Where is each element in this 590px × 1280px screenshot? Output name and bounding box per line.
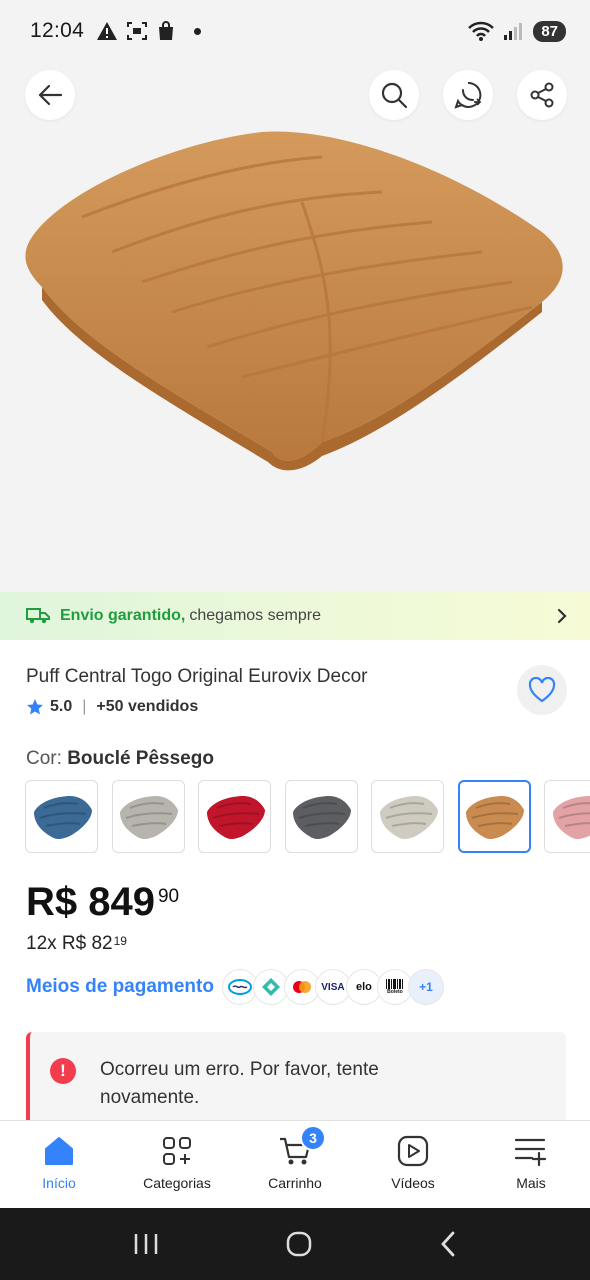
shipping-rest-text: chegamos sempre [189, 607, 321, 624]
shopping-bag-icon [159, 21, 174, 40]
signal-icon [504, 23, 523, 40]
nav-inicio[interactable]: Início [0, 1121, 118, 1208]
heart-icon [528, 677, 556, 703]
wifi-icon [468, 21, 495, 41]
nav-videos[interactable]: Vídeos [354, 1121, 472, 1208]
favorite-button[interactable] [517, 665, 567, 715]
installments: 12x R$ 82 19 [26, 933, 127, 955]
pillow-thumbnail [206, 795, 265, 839]
installments-cents: 19 [113, 934, 127, 948]
system-icons: 87 [467, 20, 566, 42]
pillow-thumbnail [552, 795, 590, 839]
whatsapp-share-button[interactable] [443, 70, 493, 120]
nav-label: Início [42, 1175, 76, 1191]
status-time: 12:04 [30, 19, 85, 42]
payment-icons[interactable]: VISA elo Boleto +1 [221, 969, 444, 1005]
whatsapp-icon [454, 81, 482, 109]
notification-icons [96, 21, 202, 41]
payment-methods-link[interactable]: Meios de pagamento [26, 976, 214, 998]
color-label: Cor: Bouclé Pêssego [26, 748, 214, 770]
rating-separator: | [82, 698, 87, 715]
shipping-guarantee-banner[interactable]: Envio garantido, chegamos sempre [0, 592, 590, 640]
bottom-navigation: Início Categorias 3 Carrinho Vídeos Mais [0, 1120, 590, 1208]
color-prefix: Cor: [26, 748, 62, 769]
video-icon [397, 1135, 429, 1167]
nav-label: Mais [516, 1175, 546, 1191]
color-swatch[interactable] [371, 780, 444, 853]
search-icon [381, 82, 408, 109]
menu-more-icon [514, 1138, 547, 1167]
recent-apps-icon[interactable] [132, 1232, 160, 1256]
rating-score: 5.0 [50, 698, 73, 715]
warning-icon [97, 22, 118, 40]
pillow-thumbnail [120, 795, 178, 839]
pillow-thumbnail [379, 795, 438, 839]
search-button[interactable] [369, 70, 419, 120]
battery-indicator: 87 [533, 20, 566, 42]
boleto-label: Boleto [387, 989, 403, 995]
product-image[interactable] [22, 122, 582, 482]
more-payments-badge[interactable]: +1 [407, 969, 444, 1005]
rating-row[interactable]: 5.0 | +50 vendidos [26, 698, 198, 716]
categories-icon [163, 1137, 191, 1165]
nav-categorias[interactable]: Categorias [118, 1121, 236, 1208]
nav-mais[interactable]: Mais [472, 1121, 590, 1208]
status-bar: 12:04 87 [0, 0, 590, 62]
cart-badge: 3 [300, 1125, 326, 1151]
star-icon [27, 699, 43, 715]
back-button[interactable] [25, 70, 75, 120]
dot-icon [194, 27, 202, 35]
error-message: Ocorreu um erro. Por favor, tente novame… [100, 1059, 379, 1108]
product-gallery[interactable] [0, 62, 590, 592]
sold-count: +50 vendidos [96, 698, 199, 715]
pillow-thumbnail [293, 795, 351, 839]
app-screen: 12:04 87 Envio garantido, chegamos sempr… [0, 0, 590, 1280]
color-swatch[interactable] [25, 780, 98, 853]
color-value: Bouclé Pêssego [67, 748, 214, 769]
arrow-left-icon [38, 84, 63, 106]
shipping-strong-text: Envio garantido, [60, 607, 186, 624]
color-swatch[interactable] [111, 780, 185, 853]
truck-icon [26, 608, 50, 624]
chevron-right-icon [557, 608, 567, 624]
error-icon: ! [50, 1058, 76, 1084]
color-swatch[interactable] [284, 780, 358, 853]
color-swatch[interactable] [457, 780, 531, 853]
pillow-thumbnail [33, 795, 92, 839]
back-nav-icon[interactable] [438, 1230, 458, 1258]
nav-label: Carrinho [268, 1175, 322, 1191]
color-swatch[interactable] [198, 780, 271, 853]
nav-label: Categorias [143, 1175, 211, 1191]
product-title: Puff Central Togo Original Eurovix Decor [26, 666, 368, 687]
screenshot-icon [127, 22, 148, 40]
color-swatches [25, 780, 590, 854]
payment-methods[interactable]: Meios de pagamento VISA elo Boleto +1 [26, 969, 444, 1005]
share-button[interactable] [517, 70, 567, 120]
pillow-thumbnail [466, 795, 524, 839]
price-cents: 90 [157, 886, 180, 907]
share-icon [530, 82, 554, 108]
system-navigation-bar [0, 1208, 590, 1280]
home-button-icon[interactable] [285, 1230, 313, 1258]
installments-text: 12x R$ 82 [26, 933, 113, 954]
price: R$ 849 90 [26, 880, 179, 925]
nav-carrinho[interactable]: 3 Carrinho [236, 1121, 354, 1208]
nav-label: Vídeos [391, 1175, 435, 1191]
home-icon [45, 1137, 73, 1165]
price-main: R$ 849 [26, 880, 155, 924]
color-swatch[interactable] [544, 780, 590, 853]
